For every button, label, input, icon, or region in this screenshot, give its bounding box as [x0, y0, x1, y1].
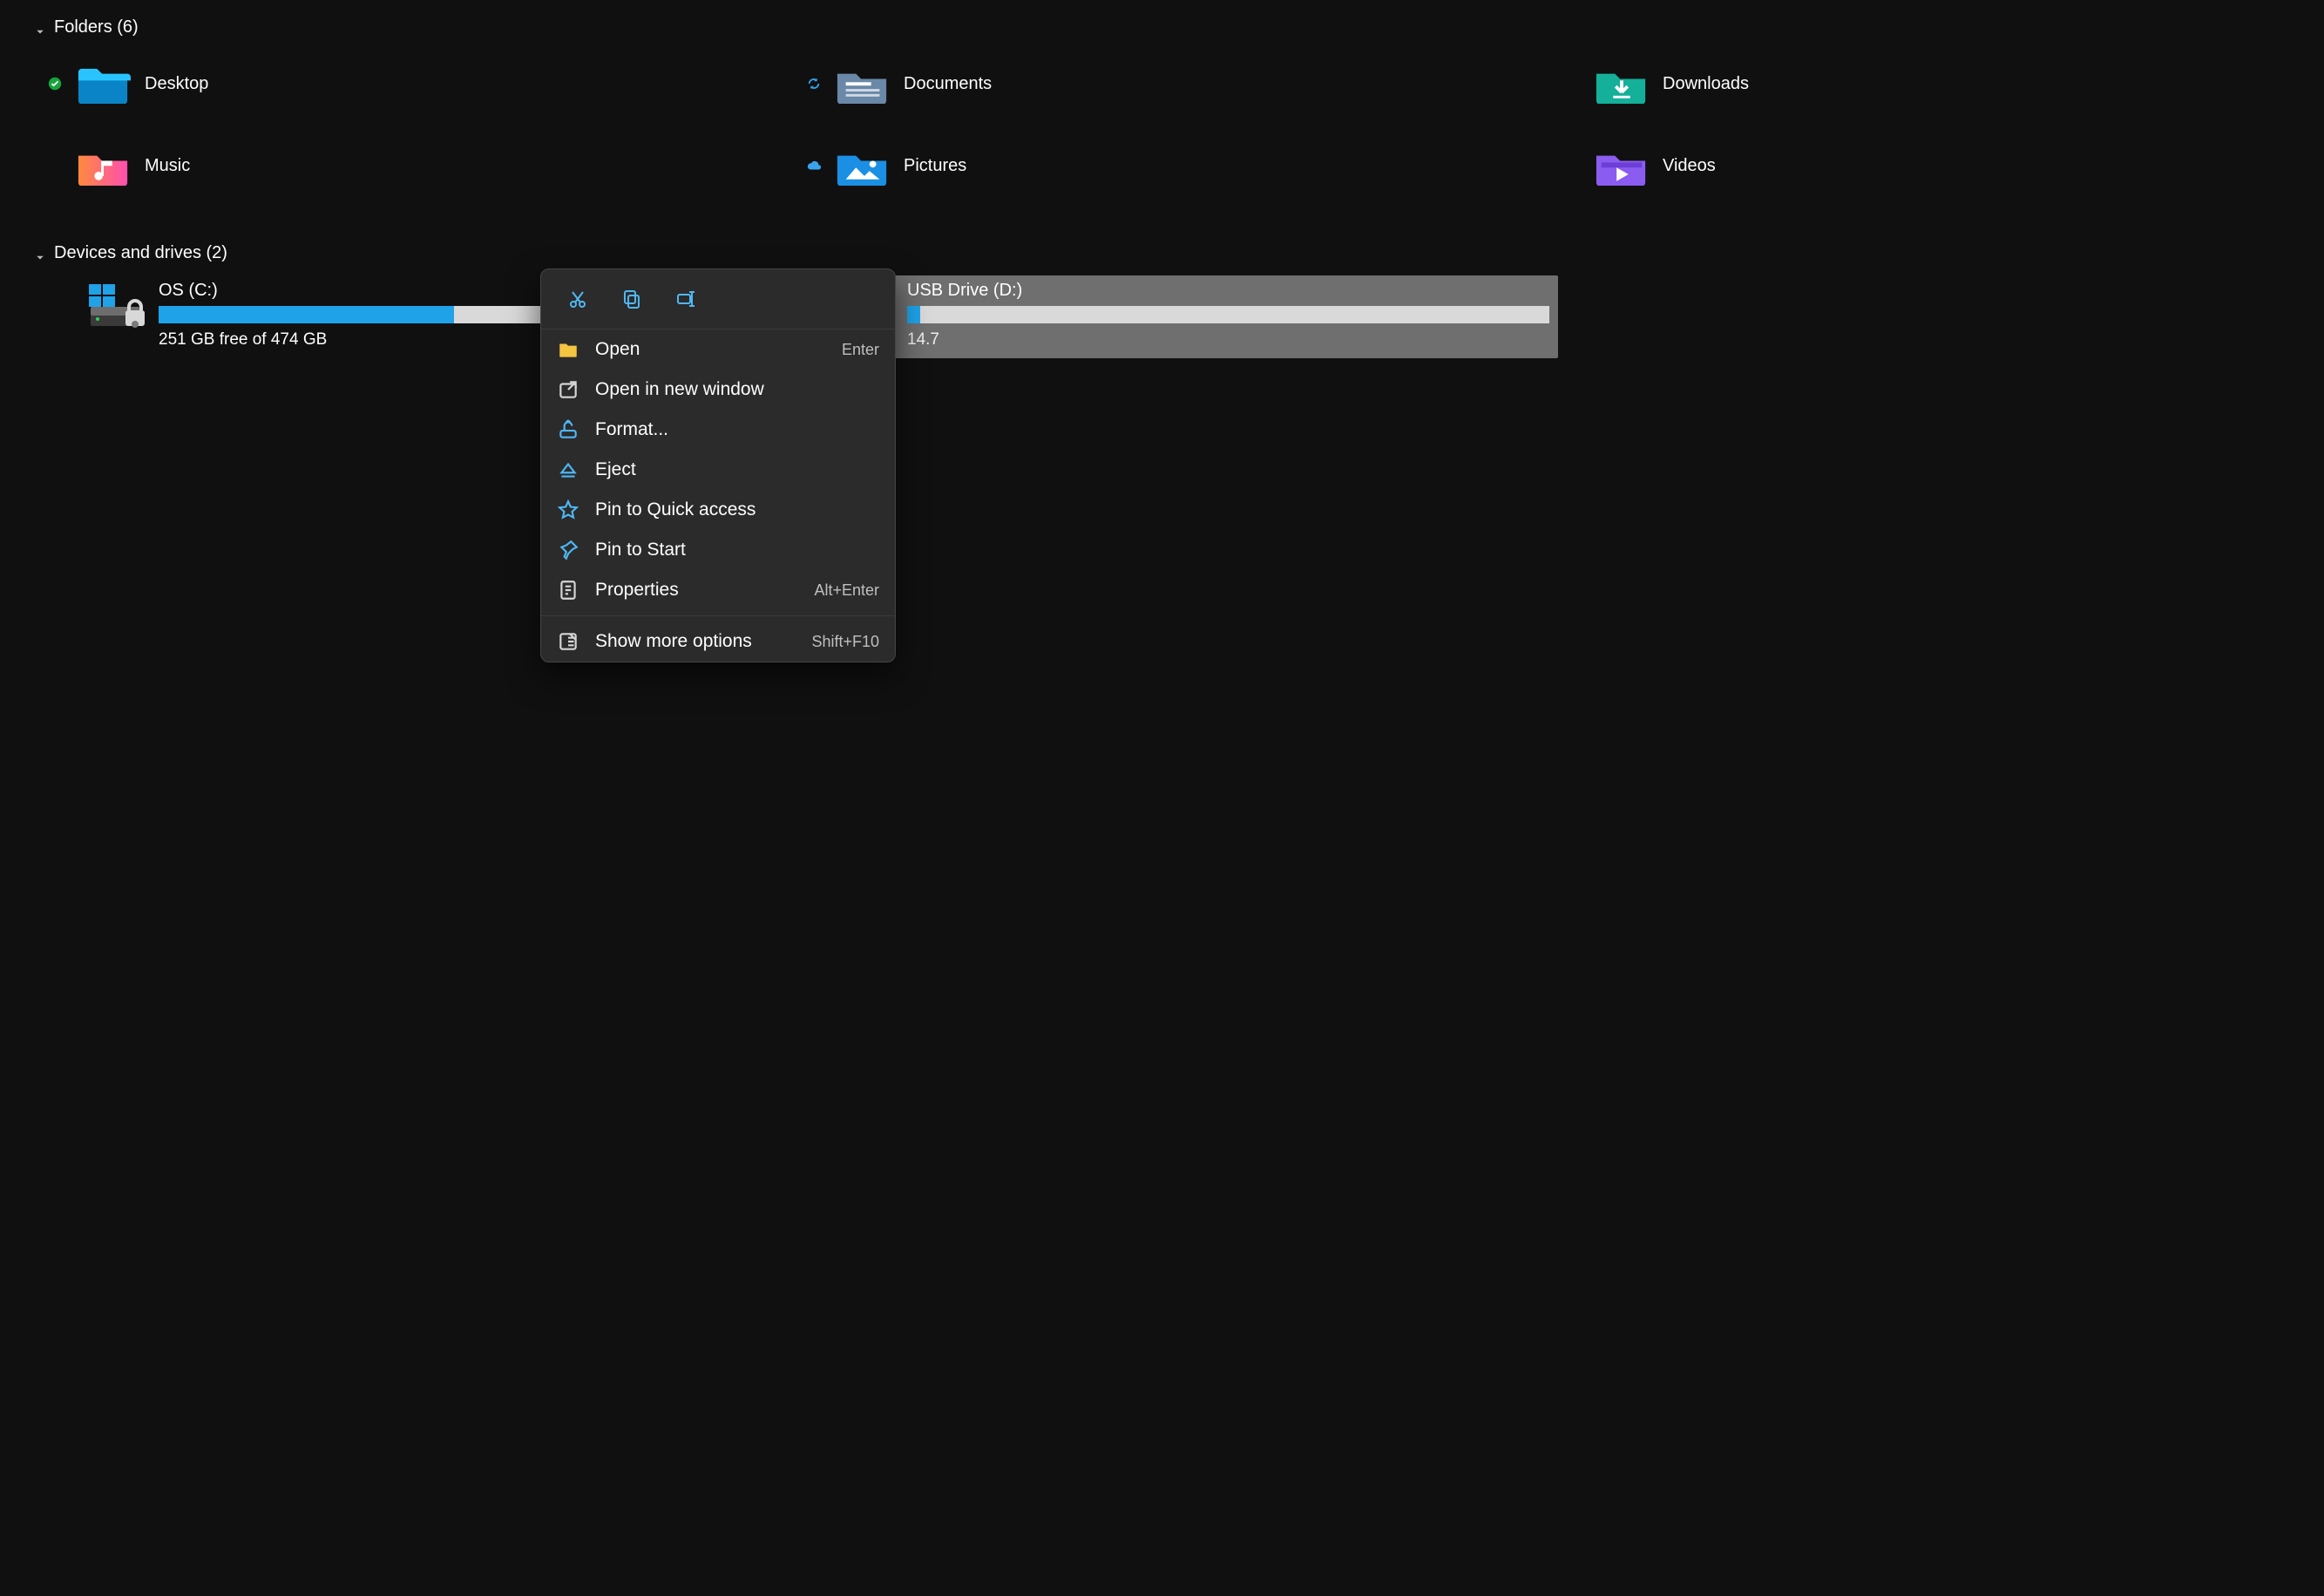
- drives-group-header[interactable]: Devices and drives (2): [17, 234, 2307, 263]
- ctx-properties[interactable]: Properties Alt+Enter: [541, 570, 895, 610]
- pictures-folder-icon: [836, 144, 890, 187]
- star-icon: [557, 499, 579, 521]
- chevron-down-icon: [35, 23, 45, 33]
- documents-folder-icon: [836, 62, 890, 105]
- folder-label: Pictures: [904, 156, 966, 176]
- music-folder-icon: [77, 144, 131, 187]
- drives-group-label: Devices and drives (2): [54, 243, 227, 263]
- drive-used-segment: [159, 306, 454, 323]
- ctx-format[interactable]: Format...: [541, 410, 895, 450]
- ctx-open[interactable]: Open Enter: [541, 329, 895, 370]
- drive-free-space: 14.7: [907, 330, 1549, 350]
- ctx-show-more-options[interactable]: Show more options Shift+F10: [541, 621, 895, 662]
- ctx-item-shortcut: Enter: [842, 341, 879, 359]
- more-options-icon: [557, 630, 579, 653]
- folder-label: Videos: [1663, 156, 1716, 176]
- drive-space-bar: [907, 306, 1549, 323]
- ctx-item-label: Show more options: [595, 631, 796, 652]
- pin-icon: [557, 539, 579, 561]
- cut-icon[interactable]: [560, 282, 595, 316]
- drive-used-segment: [907, 306, 920, 323]
- folders-group-label: Folders (6): [54, 17, 139, 37]
- rename-icon[interactable]: [668, 282, 703, 316]
- ctx-pin-to-start[interactable]: Pin to Start: [541, 530, 895, 570]
- ctx-item-shortcut: Alt+Enter: [814, 581, 879, 600]
- folders-grid: Desktop Documents Downloads: [17, 50, 2307, 200]
- context-menu-separator: [541, 615, 895, 616]
- ctx-item-label: Open in new window: [595, 379, 864, 400]
- bitlocker-drive-icon: [87, 281, 150, 329]
- context-menu: Open Enter Open in new window Format... …: [540, 268, 896, 662]
- folder-documents[interactable]: Documents: [806, 50, 1548, 118]
- drives-grid: OS (C:) 251 GB free of 474 GB USB Drive …: [17, 275, 2307, 358]
- folder-downloads[interactable]: Downloads: [1565, 50, 2307, 118]
- folder-label: Desktop: [145, 74, 208, 94]
- folder-label: Downloads: [1663, 74, 1749, 94]
- folder-desktop[interactable]: Desktop: [47, 50, 789, 118]
- ctx-item-label: Pin to Quick access: [595, 499, 864, 520]
- ctx-open-new-window[interactable]: Open in new window: [541, 370, 895, 410]
- drive-label: USB Drive (D:): [907, 281, 1549, 301]
- no-status-icon: [1565, 158, 1581, 173]
- drive-usb-d[interactable]: USB Drive (D:) 14.7: [827, 275, 1558, 358]
- ctx-eject[interactable]: Eject: [541, 450, 895, 490]
- format-icon: [557, 418, 579, 441]
- folders-group-header[interactable]: Folders (6): [17, 17, 2307, 37]
- ctx-pin-quick-access[interactable]: Pin to Quick access: [541, 490, 895, 530]
- new-window-icon: [557, 378, 579, 401]
- eject-icon: [557, 458, 579, 481]
- ctx-item-shortcut: Shift+F10: [811, 633, 879, 651]
- copy-icon[interactable]: [614, 282, 649, 316]
- folder-label: Documents: [904, 74, 992, 94]
- downloads-folder-icon: [1595, 62, 1649, 105]
- ctx-item-label: Eject: [595, 459, 864, 480]
- folder-label: Music: [145, 156, 190, 176]
- open-folder-icon: [557, 338, 579, 361]
- ctx-item-label: Pin to Start: [595, 540, 864, 560]
- context-menu-top-actions: [541, 269, 895, 329]
- cloud-badge-icon: [806, 158, 822, 173]
- ctx-item-label: Open: [595, 339, 826, 360]
- sync-in-progress-icon: [806, 76, 822, 92]
- folder-videos[interactable]: Videos: [1565, 132, 2307, 200]
- desktop-folder-icon: [77, 62, 131, 105]
- folder-music[interactable]: Music: [47, 132, 789, 200]
- ctx-item-label: Properties: [595, 580, 798, 601]
- videos-folder-icon: [1595, 144, 1649, 187]
- no-status-icon: [47, 158, 63, 173]
- chevron-down-icon: [35, 248, 45, 259]
- properties-icon: [557, 579, 579, 601]
- no-status-icon: [1565, 76, 1581, 92]
- ctx-item-label: Format...: [595, 419, 864, 440]
- synced-badge-icon: [47, 76, 63, 92]
- folder-pictures[interactable]: Pictures: [806, 132, 1548, 200]
